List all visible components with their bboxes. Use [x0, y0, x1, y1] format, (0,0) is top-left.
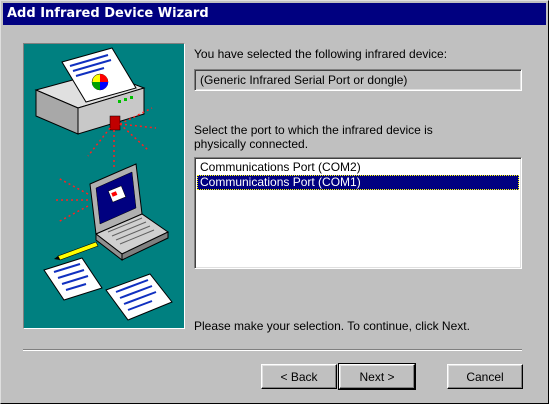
- selected-device-field: (Generic Infrared Serial Port or dongle): [194, 69, 522, 91]
- cancel-button-label: Cancel: [466, 369, 504, 384]
- button-separator: [23, 349, 522, 351]
- title-bar[interactable]: Add Infrared Device Wizard: [3, 3, 546, 25]
- cancel-button[interactable]: Cancel: [447, 364, 523, 389]
- selected-device-intro: You have selected the following infrared…: [194, 47, 448, 61]
- port-prompt-line2: physically connected.: [194, 137, 309, 151]
- next-button-label: Next >: [359, 369, 395, 384]
- next-button[interactable]: Next >: [338, 363, 416, 390]
- wizard-window: Add Infrared Device Wizard You have sele…: [0, 0, 549, 404]
- window-title: Add Infrared Device Wizard: [7, 6, 209, 21]
- wizard-illustration: [23, 43, 185, 329]
- laptop-icon: [89, 163, 169, 262]
- port-prompt-line1: Select the port to which the infrared de…: [194, 123, 433, 137]
- pen-icon: [54, 241, 99, 261]
- port-item-com2[interactable]: Communications Port (COM2): [197, 160, 519, 175]
- port-item-com1[interactable]: Communications Port (COM1): [197, 175, 519, 190]
- back-button[interactable]: < Back: [261, 364, 337, 389]
- selected-device-name: (Generic Infrared Serial Port or dongle): [200, 73, 408, 87]
- instruction-text: Please make your selection. To continue,…: [194, 319, 470, 333]
- port-listbox[interactable]: Communications Port (COM2) Communication…: [194, 157, 522, 269]
- printer-icon: [34, 47, 146, 135]
- document-icon: [43, 257, 173, 321]
- back-button-label: < Back: [280, 369, 318, 384]
